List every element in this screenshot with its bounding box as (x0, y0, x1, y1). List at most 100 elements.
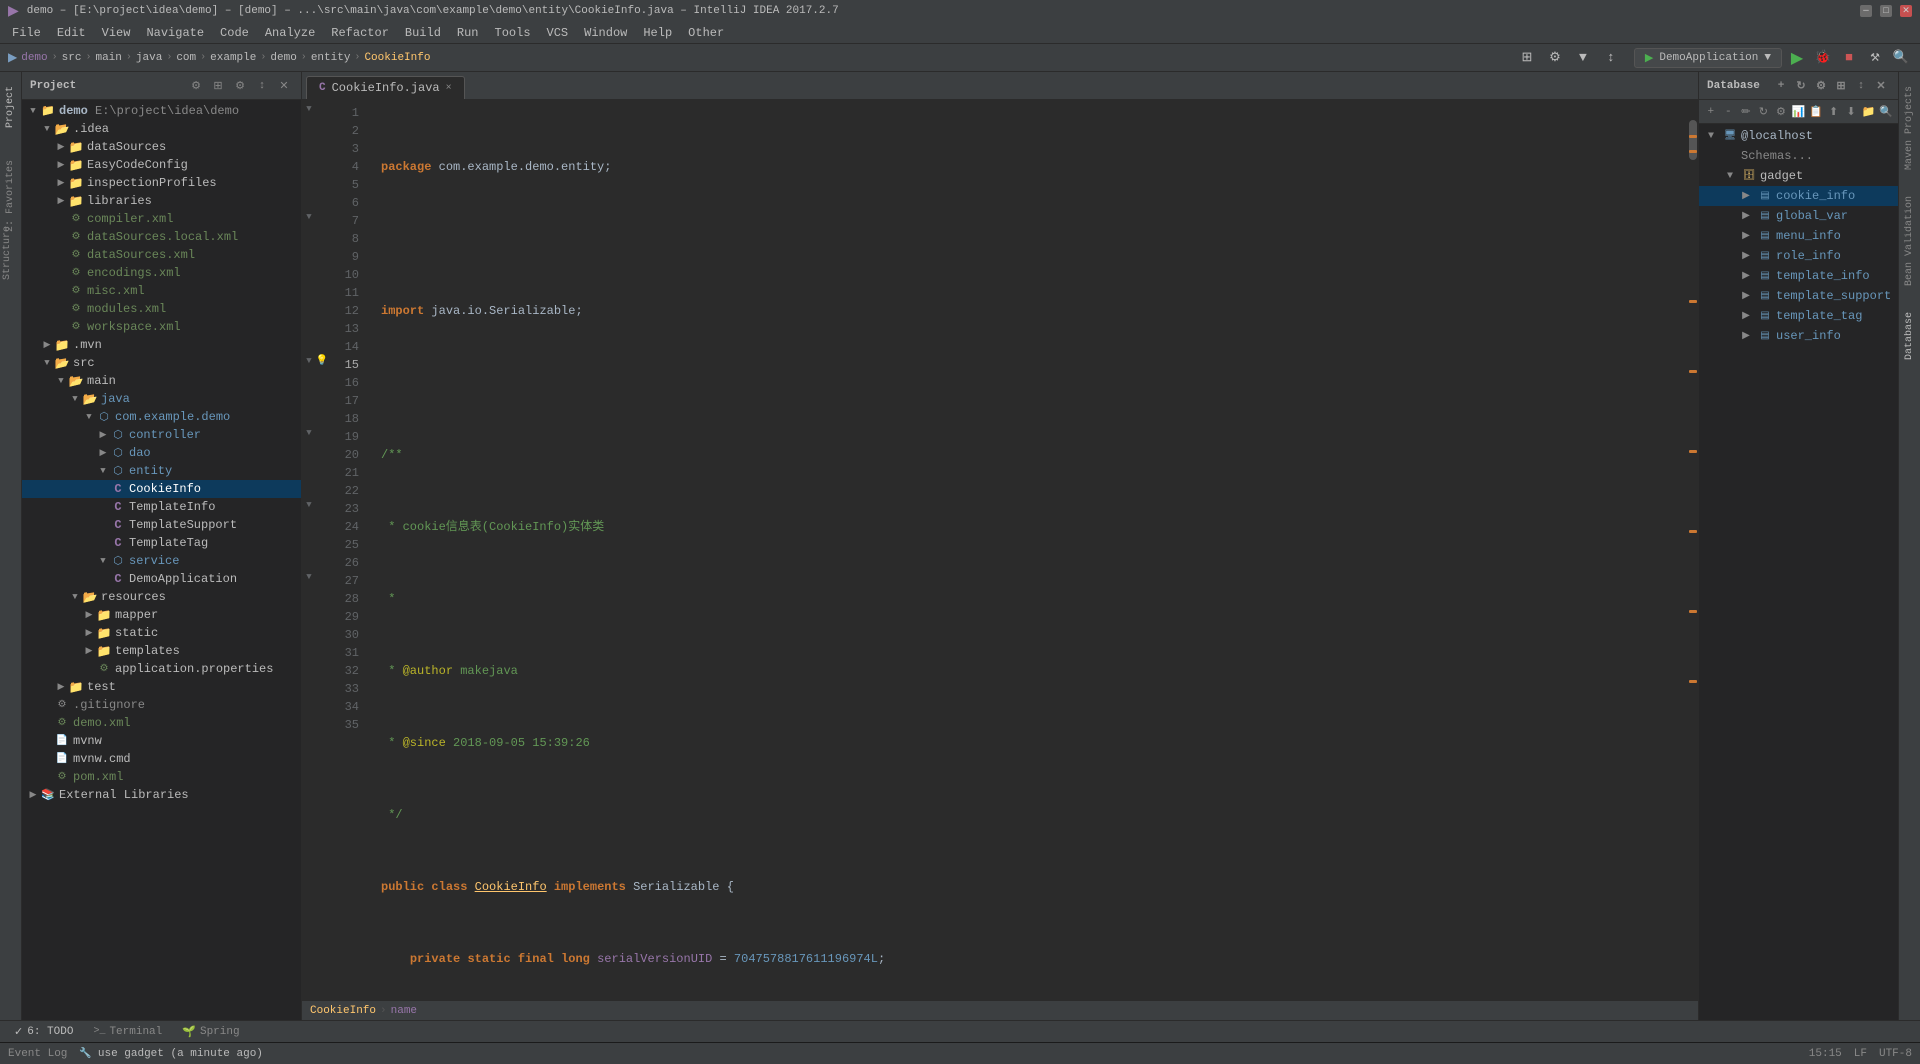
tree-item-dao[interactable]: ▶ ⬡ dao (22, 444, 301, 462)
menu-navigate[interactable]: Navigate (138, 24, 212, 42)
menu-run[interactable]: Run (449, 24, 487, 42)
nav-btn-1[interactable]: ⊞ (1516, 47, 1538, 69)
tree-item-gitignore[interactable]: ⚙ .gitignore (22, 696, 301, 714)
db-item-localhost[interactable]: ▼ 🖥 @localhost (1699, 126, 1898, 146)
tree-item-test[interactable]: ▶ 📁 test (22, 678, 301, 696)
event-log-btn[interactable]: Event Log (8, 1048, 67, 1060)
project-layout-btn[interactable]: ⊞ (209, 77, 227, 95)
fold-row-33[interactable]: ▼ (302, 568, 316, 586)
nav-item-entity[interactable]: entity (311, 52, 351, 64)
db-item-template-support[interactable]: ▶ ▤ template_support (1699, 286, 1898, 306)
db-item-role-info[interactable]: ▶ ▤ role_info (1699, 246, 1898, 266)
project-close-btn[interactable]: ✕ (275, 77, 293, 95)
db-tb-btn-6[interactable]: 📊 (1791, 103, 1807, 121)
code-scrollbar[interactable] (1688, 100, 1698, 1000)
tree-item-TemplateSupport[interactable]: C TemplateSupport (22, 516, 301, 534)
tree-item-TemplateInfo[interactable]: C TemplateInfo (22, 498, 301, 516)
db-item-user-info[interactable]: ▶ ▤ user_info (1699, 326, 1898, 346)
menu-view[interactable]: View (94, 24, 139, 42)
menu-help[interactable]: Help (635, 24, 680, 42)
menu-edit[interactable]: Edit (49, 24, 94, 42)
menu-other[interactable]: Other (680, 24, 732, 42)
code-content[interactable]: package com.example.demo.entity; import … (373, 100, 1688, 1000)
tree-item-libraries[interactable]: ▶ 📁 libraries (22, 192, 301, 210)
tree-item-workspace-xml[interactable]: ⚙ workspace.xml (22, 318, 301, 336)
tree-item-package[interactable]: ▼ ⬡ com.example.demo (22, 408, 301, 426)
tree-item-TemplateTag[interactable]: C TemplateTag (22, 534, 301, 552)
nav-btn-4[interactable]: ↕ (1600, 47, 1622, 69)
breadcrumb-name[interactable]: name (391, 1005, 417, 1017)
tree-item-pom-xml[interactable]: ⚙ pom.xml (22, 768, 301, 786)
nav-item-cookieinfo[interactable]: CookieInfo (364, 52, 430, 64)
run-button[interactable]: ▶ (1786, 47, 1808, 69)
db-item-gadget[interactable]: ▼ 🗄 gadget (1699, 166, 1898, 186)
fold-row-11[interactable]: ▼ (302, 208, 316, 226)
app-selector[interactable]: ▶ DemoApplication ▼ (1634, 48, 1782, 68)
bulb-icon[interactable]: 💡 (316, 355, 328, 367)
tree-item-src[interactable]: ▼ 📂 src (22, 354, 301, 372)
db-collapse-btn[interactable]: ↕ (1852, 77, 1870, 95)
db-tb-btn-10[interactable]: 📁 (1861, 103, 1877, 121)
tree-item-modules-xml[interactable]: ⚙ modules.xml (22, 300, 301, 318)
menu-window[interactable]: Window (576, 24, 635, 42)
tree-item-service[interactable]: ▼ ⬡ service (22, 552, 301, 570)
fold-row-21[interactable]: ▼ (302, 352, 316, 370)
tree-item-entity[interactable]: ▼ ⬡ entity (22, 462, 301, 480)
db-tb-btn-3[interactable]: ✏ (1738, 103, 1754, 121)
tree-item-static[interactable]: ▶ 📁 static (22, 624, 301, 642)
tree-item-java[interactable]: ▼ 📂 java (22, 390, 301, 408)
db-tb-btn-8[interactable]: ⬆ (1826, 103, 1842, 121)
db-tb-btn-2[interactable]: - (1721, 103, 1737, 121)
db-tb-btn-1[interactable]: + (1703, 103, 1719, 121)
db-item-template-info[interactable]: ▶ ▤ template_info (1699, 266, 1898, 286)
db-close-btn[interactable]: ✕ (1872, 77, 1890, 95)
nav-btn-3[interactable]: ▼ (1572, 47, 1594, 69)
menu-analyze[interactable]: Analyze (257, 24, 323, 42)
db-item-menu-info[interactable]: ▶ ▤ menu_info (1699, 226, 1898, 246)
tree-item-controller[interactable]: ▶ ⬡ controller (22, 426, 301, 444)
tree-item-enc-xml[interactable]: ⚙ encodings.xml (22, 264, 301, 282)
close-button[interactable]: ✕ (1900, 5, 1912, 17)
db-refresh-btn[interactable]: ↻ (1792, 77, 1810, 95)
db-settings-btn[interactable]: ⚙ (1812, 77, 1830, 95)
nav-item-main[interactable]: main (95, 52, 121, 64)
tree-item-mvnw[interactable]: 📄 mvnw (22, 732, 301, 750)
tree-item-demo-root[interactable]: ▼ 📁 demo E:\project\idea\demo (22, 102, 301, 120)
tree-item-templates[interactable]: ▶ 📁 templates (22, 642, 301, 660)
tree-item-demo-xml[interactable]: ⚙ demo.xml (22, 714, 301, 732)
tree-item-CookieInfo[interactable]: C CookieInfo (22, 480, 301, 498)
db-tb-btn-4[interactable]: ↻ (1756, 103, 1772, 121)
tree-item-dataSources[interactable]: ▶ 📁 dataSources (22, 138, 301, 156)
structure-tab[interactable]: Structure (0, 220, 22, 286)
db-tb-btn-9[interactable]: ⬇ (1843, 103, 1859, 121)
tree-item-idea[interactable]: ▼ 📂 .idea (22, 120, 301, 138)
code-editor[interactable]: ▼ ▼ ▼ (302, 100, 1698, 1000)
db-item-global-var[interactable]: ▶ ▤ global_var (1699, 206, 1898, 226)
db-item-cookie-info[interactable]: ▶ ▤ cookie_info (1699, 186, 1898, 206)
tree-item-mapper[interactable]: ▶ 📁 mapper (22, 606, 301, 624)
build-button[interactable]: ⚒ (1864, 47, 1886, 69)
maximize-button[interactable]: □ (1880, 5, 1892, 17)
menu-refactor[interactable]: Refactor (323, 24, 397, 42)
tree-item-ds-xml[interactable]: ⚙ dataSources.xml (22, 246, 301, 264)
tree-item-dslocal-xml[interactable]: ⚙ dataSources.local.xml (22, 228, 301, 246)
stop-button[interactable]: ■ (1838, 47, 1860, 69)
bottom-tab-spring[interactable]: 🌱 Spring (176, 1023, 245, 1041)
menu-tools[interactable]: Tools (487, 24, 539, 42)
db-add-btn[interactable]: + (1772, 77, 1790, 95)
fold-row-5[interactable]: ▼ (302, 100, 316, 118)
tree-item-main[interactable]: ▼ 📂 main (22, 372, 301, 390)
db-tb-btn-5[interactable]: ⚙ (1773, 103, 1789, 121)
project-expand-btn[interactable]: ↕ (253, 77, 271, 95)
project-gear-btn[interactable]: ⚙ (187, 77, 205, 95)
bottom-tab-todo[interactable]: ✓ 6: TODO (8, 1023, 79, 1041)
right-tab-validation[interactable]: Bean Validation (1902, 190, 1917, 292)
tree-item-mvnw-cmd[interactable]: 📄 mvnw.cmd (22, 750, 301, 768)
status-position[interactable]: 15:15 (1809, 1048, 1842, 1060)
db-tb-btn-11[interactable]: 🔍 (1878, 103, 1894, 121)
fold-row-25[interactable]: ▼ (302, 424, 316, 442)
project-settings-btn[interactable]: ⚙ (231, 77, 249, 95)
editor-tab-cookieinfo[interactable]: C CookieInfo.java × (306, 76, 465, 99)
tree-item-EasyCode[interactable]: ▶ 📁 EasyCodeConfig (22, 156, 301, 174)
search-button[interactable]: 🔍 (1890, 47, 1912, 69)
